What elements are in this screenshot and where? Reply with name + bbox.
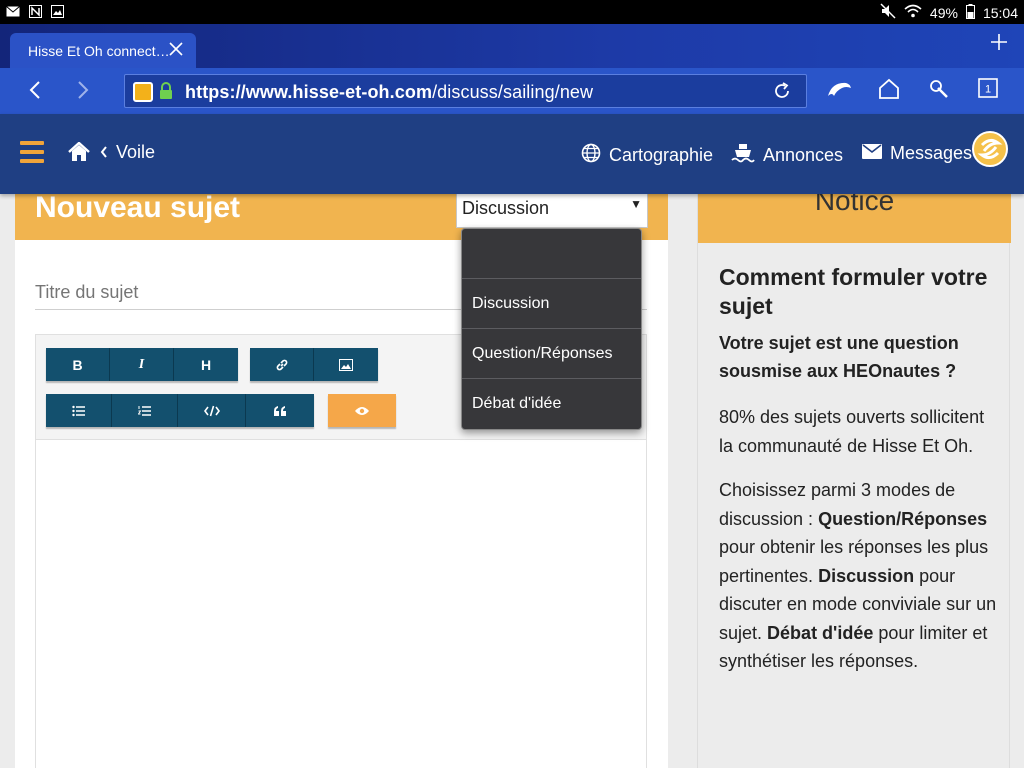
link-button[interactable]	[250, 348, 314, 381]
bullet-list-button[interactable]	[46, 394, 112, 427]
dropdown-option-discussion[interactable]: Discussion	[462, 279, 641, 329]
hamburger-menu-icon[interactable]	[20, 141, 44, 168]
caret-down-icon: ▼	[630, 197, 642, 211]
home-icon[interactable]	[68, 141, 90, 167]
page-title: Nouveau sujet	[35, 191, 241, 224]
preview-button[interactable]	[328, 394, 396, 427]
numbered-list-icon	[137, 405, 151, 416]
block-group	[46, 394, 314, 427]
battery-icon	[965, 3, 975, 22]
globe-icon	[581, 143, 601, 168]
envelope-icon	[862, 143, 882, 164]
format-group: B I H	[46, 348, 238, 381]
site-favicon-icon	[133, 82, 153, 102]
preview-group	[328, 394, 396, 427]
breadcrumb[interactable]: Voile	[100, 142, 155, 163]
topic-type-select[interactable]: Discussion ▼	[456, 194, 648, 228]
dropdown-option-question-reponses[interactable]: Question/Réponses	[462, 329, 641, 379]
nav-link-annonces[interactable]: Annonces	[731, 143, 843, 168]
image-notification-icon	[50, 4, 64, 18]
user-avatar-logo[interactable]	[972, 131, 1008, 167]
eye-icon	[355, 406, 369, 415]
notice-panel: Notice Comment formuler votre sujet Votr…	[697, 187, 1011, 768]
browser-tab-strip: Hisse Et Oh connect…	[0, 24, 1024, 68]
nav-link-messages[interactable]: Messages	[862, 143, 972, 164]
numbered-list-button[interactable]	[112, 394, 178, 427]
image-icon	[339, 358, 353, 371]
dolphin-icon[interactable]	[826, 78, 852, 105]
back-icon[interactable]	[28, 79, 42, 106]
italic-button[interactable]: I	[110, 348, 174, 381]
chevron-left-icon	[100, 142, 108, 163]
image-button[interactable]	[314, 348, 378, 381]
clock: 15:04	[982, 4, 1018, 21]
heading-button[interactable]: H	[174, 348, 238, 381]
quote-icon	[274, 405, 286, 416]
battery-level: 49%	[929, 4, 958, 21]
gesture-icon[interactable]	[928, 78, 950, 105]
topic-body-editor[interactable]	[35, 440, 647, 768]
n-notification-icon	[28, 4, 42, 18]
wifi-icon	[904, 4, 922, 21]
notice-heading: Comment formuler votre sujet	[719, 264, 988, 319]
nav-link-cartographie[interactable]: Cartographie	[581, 143, 713, 168]
browser-toolbar: https://www.hisse-et-oh.com/discuss/sail…	[0, 68, 1024, 114]
svg-text:1: 1	[985, 84, 991, 96]
reload-icon[interactable]	[772, 81, 792, 106]
url-text: https://www.hisse-et-oh.com/discuss/sail…	[185, 82, 594, 102]
link-icon	[276, 359, 287, 370]
notice-question: Votre sujet est une question sousmise au…	[719, 333, 959, 381]
close-tab-icon[interactable]	[168, 41, 184, 60]
topic-type-selected: Discussion	[462, 198, 550, 218]
insert-group	[250, 348, 378, 381]
tabs-counter-icon[interactable]: 1	[978, 78, 998, 103]
ship-icon	[731, 143, 755, 168]
site-navbar: Voile Cartographie Annonces Messages	[0, 114, 1024, 194]
email-notification-icon	[6, 4, 20, 18]
topic-type-dropdown: Discussion Question/Réponses Débat d'idé…	[461, 228, 642, 430]
breadcrumb-label: Voile	[116, 142, 156, 162]
quote-button[interactable]	[246, 394, 314, 427]
bullet-list-icon	[71, 405, 85, 416]
code-icon	[203, 405, 220, 416]
dropdown-option-debat-idee[interactable]: Débat d'idée	[462, 379, 641, 429]
url-bar[interactable]: https://www.hisse-et-oh.com/discuss/sail…	[124, 74, 807, 108]
bold-button[interactable]: B	[46, 348, 110, 381]
mute-icon	[880, 3, 896, 22]
code-button[interactable]	[178, 394, 246, 427]
forward-icon[interactable]	[76, 79, 90, 106]
browser-tab[interactable]: Hisse Et Oh connect…	[10, 33, 196, 68]
tab-title: Hisse Et Oh connect…	[28, 43, 170, 59]
notice-header: Notice	[698, 187, 1011, 243]
notice-paragraph-2: Choisissez parmi 3 modes de discussion :…	[719, 480, 997, 671]
notice-paragraph-1: 80% des sujets ouverts sollicitent la co…	[719, 407, 985, 456]
dropdown-option-empty[interactable]	[462, 229, 641, 279]
status-bar: 49% 15:04	[0, 0, 1024, 24]
notice-body: Comment formuler votre sujet Votre sujet…	[719, 263, 999, 692]
home-browser-icon[interactable]	[878, 78, 900, 105]
lock-icon	[159, 82, 173, 105]
new-tab-icon[interactable]	[990, 33, 1008, 56]
